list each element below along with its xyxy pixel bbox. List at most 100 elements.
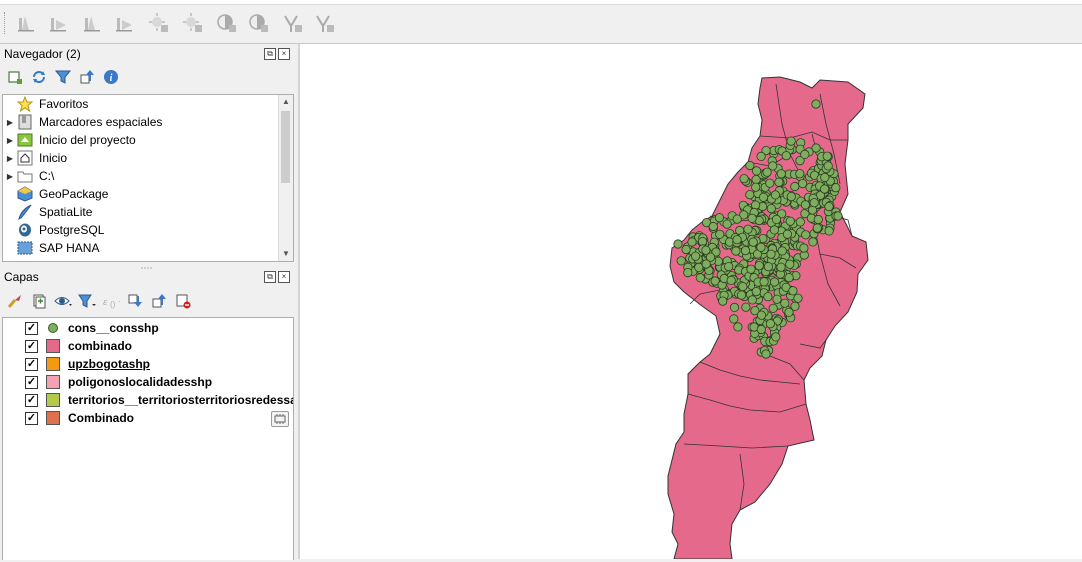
layer-visibility-checkbox[interactable]: ✓: [25, 393, 38, 407]
properties-info-icon[interactable]: i: [102, 68, 120, 86]
health-point-marker: [823, 161, 833, 171]
map-canvas[interactable]: [300, 44, 1082, 560]
layer-item[interactable]: ✓ Combinado: [3, 409, 293, 427]
add-selected-layers-icon[interactable]: [6, 68, 24, 86]
collapse-all-icon[interactable]: [78, 68, 96, 86]
visibility-eye-icon[interactable]: [54, 292, 72, 310]
contrast-increase-icon[interactable]: [214, 11, 240, 35]
health-point-marker: [761, 349, 771, 359]
health-point-marker: [743, 224, 753, 234]
browser-item-spatialite[interactable]: SpatiaLite: [3, 203, 273, 221]
health-point-marker: [770, 190, 780, 200]
layer-visibility-checkbox[interactable]: ✓: [25, 357, 38, 371]
refresh-icon[interactable]: [30, 68, 48, 86]
layers-panel-title: Capas: [4, 270, 39, 284]
histogram-local-stretch-icon[interactable]: [112, 11, 138, 35]
gamma-increase-icon[interactable]: [280, 11, 306, 35]
health-point-marker: [687, 237, 697, 247]
browser-item-label: GeoPackage: [39, 187, 109, 201]
expand-arrow-icon[interactable]: ▶: [3, 154, 17, 163]
layer-name: cons__consshp: [68, 321, 159, 335]
browser-item-label: SAP HANA: [39, 241, 100, 255]
health-point-marker: [751, 175, 761, 185]
style-paint-icon[interactable]: [6, 292, 24, 310]
health-point-marker: [756, 151, 766, 162]
map-render: [667, 76, 869, 560]
undock-button[interactable]: ⧉: [264, 48, 276, 60]
health-point-marker: [774, 177, 784, 187]
health-point-marker: [729, 302, 740, 312]
browser-item-postgresql[interactable]: PostgreSQL: [3, 221, 273, 239]
health-point-marker: [812, 223, 822, 233]
fill-symbol-swatch: [46, 375, 60, 389]
browser-item-inicio[interactable]: ▶ Inicio: [3, 149, 273, 167]
health-point-marker: [786, 136, 796, 146]
layer-item[interactable]: ✓ cons__consshp: [3, 319, 293, 337]
health-point-marker: [756, 324, 766, 335]
folder-icon: [17, 168, 33, 184]
layer-item[interactable]: ✓ poligonoslocalidadesshp: [3, 373, 293, 391]
scroll-up-arrow[interactable]: ▲: [279, 95, 293, 109]
layer-visibility-checkbox[interactable]: ✓: [25, 411, 38, 425]
browser-item-label: Inicio: [39, 151, 68, 165]
layer-item[interactable]: ✓ combinado: [3, 337, 293, 355]
browser-item-favoritos[interactable]: Favoritos: [3, 95, 273, 113]
contrast-decrease-icon[interactable]: [246, 11, 272, 35]
health-point-marker: [733, 322, 743, 332]
expand-arrow-icon[interactable]: ▶: [3, 136, 17, 145]
layer-visibility-checkbox[interactable]: ✓: [25, 321, 38, 335]
browser-tree[interactable]: Favoritos ▶ Marcadores espaciales ▶ Inicio d…: [2, 94, 294, 262]
browser-item-marcadores-espaciales[interactable]: ▶ Marcadores espaciales: [3, 113, 273, 131]
browser-item-sap-hana[interactable]: SAP HANA: [3, 239, 273, 257]
health-point-marker: [759, 277, 769, 287]
expand-arrow-icon[interactable]: ▶: [3, 172, 17, 181]
panel-splitter[interactable]: [0, 260, 298, 269]
scroll-thumb[interactable]: [281, 111, 290, 183]
close-panel-button[interactable]: ×: [278, 48, 290, 60]
left-dock: Navegador (2) ⧉ × i Favoritos ▶ Marcadores…: [0, 44, 298, 560]
filter-legend-icon[interactable]: [78, 292, 96, 310]
health-point-marker: [769, 225, 779, 235]
add-group-icon[interactable]: [30, 292, 48, 310]
browser-item-c[interactable]: ▶ C:\: [3, 167, 273, 185]
health-point-marker: [736, 290, 747, 300]
expression-filter-icon[interactable]: ε(): [102, 292, 120, 310]
undock-button[interactable]: ⧉: [264, 271, 276, 283]
embedded-widget-icon[interactable]: [271, 411, 289, 427]
filter-icon[interactable]: [54, 68, 72, 86]
remove-layer-icon[interactable]: [174, 292, 192, 310]
layer-visibility-checkbox[interactable]: ✓: [25, 339, 38, 353]
browser-item-inicio-del-proyecto[interactable]: ▶ Inicio del proyecto: [3, 131, 273, 149]
layer-name: poligonoslocalidadesshp: [68, 375, 213, 389]
browser-scrollbar[interactable]: ▲ ▼: [278, 95, 293, 261]
health-point-marker: [738, 282, 748, 292]
health-point-marker: [824, 226, 834, 236]
expand-arrow-icon[interactable]: ▶: [3, 118, 17, 127]
fill-symbol-swatch: [46, 411, 60, 425]
layer-name: combinado: [68, 339, 133, 353]
health-point-marker: [751, 182, 761, 192]
brightness-decrease-icon[interactable]: [180, 11, 206, 35]
browser-item-label: Favoritos: [39, 97, 89, 111]
close-panel-button[interactable]: ×: [278, 271, 290, 283]
fill-symbol-swatch: [46, 339, 60, 353]
health-point-marker: [785, 259, 795, 269]
scroll-down-arrow[interactable]: ▼: [279, 247, 293, 261]
gamma-decrease-icon[interactable]: [312, 11, 338, 35]
collapse-all-icon[interactable]: [150, 292, 168, 310]
layer-item[interactable]: ✓ territorios__territoriosterritoriosrede…: [3, 391, 293, 409]
layer-item[interactable]: ✓ upzbogotashp: [3, 355, 293, 373]
health-point-marker: [758, 192, 769, 202]
layers-tree[interactable]: ✓ cons__consshp ✓ combinado ✓ upzbogotashp ✓ po…: [2, 317, 294, 560]
layer-visibility-checkbox[interactable]: ✓: [25, 375, 38, 389]
browser-item-geopackage[interactable]: GeoPackage: [3, 185, 273, 203]
toolbar-grip[interactable]: [4, 12, 8, 34]
brightness-increase-icon[interactable]: [146, 11, 172, 35]
expand-all-icon[interactable]: [126, 292, 144, 310]
health-point-marker: [748, 237, 758, 247]
health-point-marker: [714, 213, 724, 223]
histogram-local-icon[interactable]: [80, 11, 106, 35]
histogram-stretch-icon[interactable]: [46, 11, 72, 35]
histogram-icon[interactable]: [14, 11, 40, 35]
health-point-marker: [732, 235, 742, 245]
